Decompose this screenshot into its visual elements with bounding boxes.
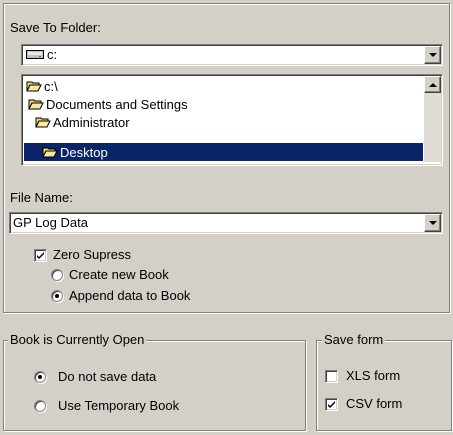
checkmark-icon <box>37 252 44 259</box>
book-open-legend: Book is Currently Open <box>8 332 147 347</box>
tree-item-desktop[interactable]: Desktop <box>24 143 423 161</box>
create-new-book-label: Create new Book <box>69 267 169 282</box>
file-name-combo[interactable]: GP Log Data <box>9 212 443 234</box>
radio-dot-icon <box>38 375 42 379</box>
save-to-folder-label: Save To Folder: <box>10 20 101 35</box>
drive-select[interactable]: c: <box>21 44 443 66</box>
file-name-value: GP Log Data <box>13 215 88 230</box>
drive-dropdown-button[interactable] <box>424 46 441 64</box>
folder-tree[interactable]: c:\ Documents and Settings Administrator… <box>21 74 443 166</box>
tree-item-label: Documents and Settings <box>46 97 188 112</box>
tree-scrollbar[interactable] <box>424 76 441 162</box>
append-data-label: Append data to Book <box>69 288 191 303</box>
tree-item-label: Administrator <box>53 115 130 130</box>
create-new-book-radio[interactable] <box>51 269 63 281</box>
open-folder-icon <box>28 99 44 110</box>
use-temporary-label: Use Temporary Book <box>58 398 180 413</box>
tree-item-label: c:\ <box>44 79 58 94</box>
csv-form-checkbox[interactable] <box>325 398 338 411</box>
drive-icon <box>26 50 44 59</box>
save-form-legend: Save form <box>322 332 386 347</box>
open-folder-icon <box>42 147 58 157</box>
chevron-down-icon <box>428 53 437 57</box>
do-not-save-label: Do not save data <box>58 369 157 384</box>
do-not-save-radio[interactable] <box>34 371 46 383</box>
xls-form-checkbox[interactable] <box>325 370 338 383</box>
drive-value: c: <box>47 47 58 62</box>
open-folder-icon <box>26 81 42 92</box>
xls-form-label: XLS form <box>346 368 401 383</box>
tree-item-administrator[interactable]: Administrator <box>35 114 130 131</box>
open-folder-icon <box>35 117 51 128</box>
scroll-up-button[interactable] <box>424 76 441 93</box>
chevron-up-icon <box>428 82 437 87</box>
zero-supress-checkbox[interactable] <box>34 249 47 262</box>
tree-item-label: Desktop <box>60 144 108 160</box>
tree-item-root[interactable]: c:\ <box>26 78 58 95</box>
append-data-radio[interactable] <box>51 290 63 302</box>
checkmark-icon <box>328 401 335 408</box>
chevron-down-icon <box>428 221 437 225</box>
csv-form-label: CSV form <box>346 396 403 411</box>
radio-dot-icon <box>55 294 59 298</box>
tree-item-documents[interactable]: Documents and Settings <box>28 96 188 113</box>
zero-supress-label: Zero Supress <box>53 247 132 262</box>
file-name-label: File Name: <box>10 190 73 205</box>
file-name-dropdown-button[interactable] <box>424 214 441 232</box>
save-form-group <box>316 340 452 431</box>
book-open-group <box>3 340 306 431</box>
use-temporary-radio[interactable] <box>34 400 46 412</box>
